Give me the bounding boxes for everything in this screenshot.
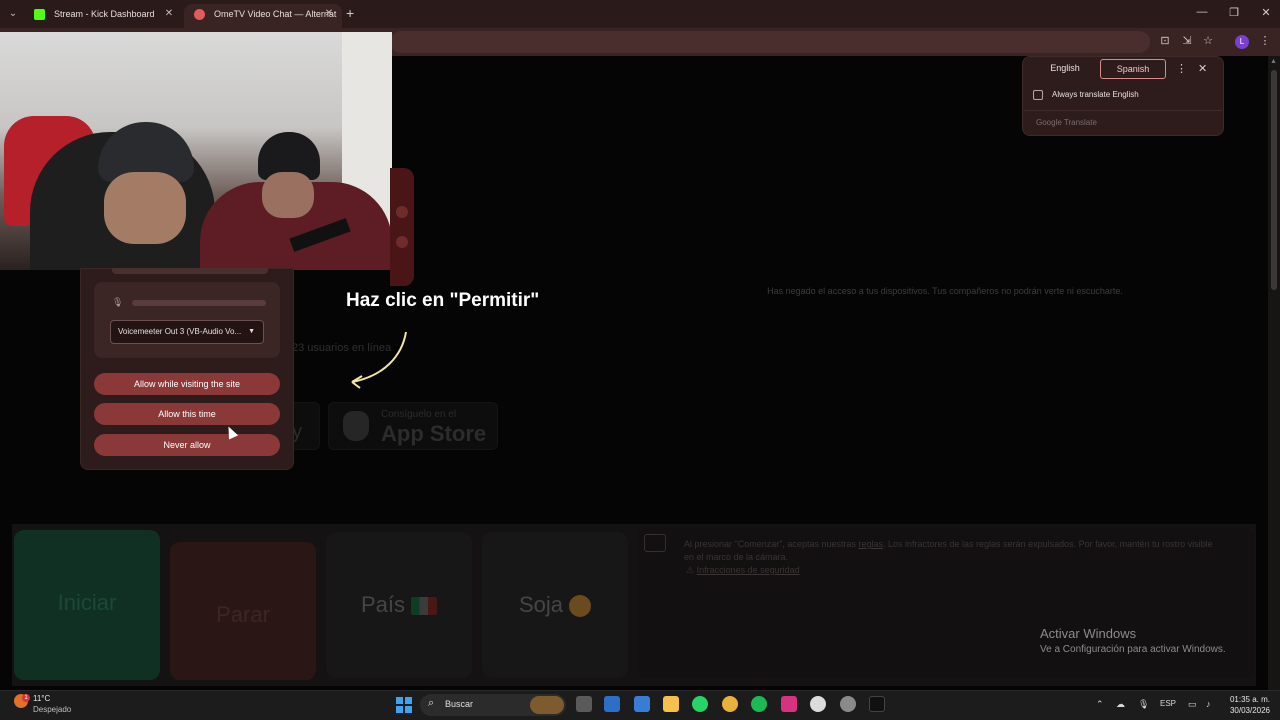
app-icon[interactable] bbox=[840, 696, 856, 712]
instagram-icon[interactable] bbox=[781, 696, 797, 712]
search-placeholder: Buscar bbox=[445, 699, 474, 709]
face-left bbox=[104, 172, 186, 244]
ometv-favicon bbox=[194, 9, 205, 20]
chatgpt-icon[interactable] bbox=[810, 696, 826, 712]
windows-activation-watermark: Activar Windows Ve a Configuración para … bbox=[1040, 626, 1226, 655]
store-icon[interactable] bbox=[604, 696, 620, 712]
lang-spanish-tab[interactable]: Spanish bbox=[1100, 59, 1166, 79]
volume-icon[interactable]: ♪ bbox=[1206, 699, 1211, 709]
kebab-menu-icon[interactable]: ⋮ bbox=[1176, 62, 1187, 75]
mexico-flag-icon bbox=[411, 597, 438, 616]
close-icon[interactable]: ✕ bbox=[162, 4, 176, 24]
side-dot bbox=[396, 206, 408, 218]
gender-label: Soja bbox=[518, 592, 564, 617]
notification-badge: 1 bbox=[22, 694, 30, 702]
wifi-icon[interactable]: ▭ bbox=[1188, 699, 1197, 710]
chevron-down-icon: ▼ bbox=[248, 328, 255, 335]
gender-button[interactable]: Soja bbox=[482, 532, 628, 678]
activation-subtitle: Ve a Configuración para activar Windows. bbox=[1040, 644, 1226, 655]
never-allow-button[interactable]: Never allow bbox=[94, 434, 280, 456]
search-icon: ⌕ bbox=[428, 697, 435, 709]
rules-link[interactable]: reglas bbox=[858, 539, 883, 549]
profile-avatar[interactable]: L bbox=[1235, 35, 1249, 49]
permission-hint: Haz clic en "Permitir" bbox=[346, 290, 540, 311]
divider bbox=[1024, 110, 1222, 111]
face-right bbox=[262, 172, 314, 218]
maximize-icon[interactable]: ❐ bbox=[1224, 6, 1244, 19]
minimize-icon[interactable]: — bbox=[1192, 6, 1212, 18]
close-icon[interactable]: ✕ bbox=[322, 4, 336, 24]
windows-start-icon[interactable] bbox=[396, 697, 412, 713]
scrollbar-thumb[interactable] bbox=[1271, 70, 1277, 290]
country-button[interactable]: País bbox=[326, 532, 472, 678]
start-button[interactable]: Iniciar bbox=[14, 530, 160, 680]
translate-brand: Google Translate bbox=[1036, 118, 1097, 127]
copilot-icon[interactable] bbox=[634, 696, 650, 712]
face-icon bbox=[569, 595, 592, 618]
allow-visit-button[interactable]: Allow while visiting the site bbox=[94, 373, 280, 395]
app-store-button[interactable]: Consíguelo en el App Store bbox=[328, 402, 498, 450]
tab-title: Stream - Kick Dashboard bbox=[54, 9, 155, 19]
star-icon[interactable]: ☆ bbox=[1201, 34, 1215, 48]
tiktok-icon[interactable] bbox=[869, 696, 885, 712]
security-link-label: Infracciones de seguridad bbox=[696, 565, 800, 575]
terms-prefix: Al presionar "Comenzar", aceptas nuestra… bbox=[684, 539, 859, 549]
time: 01:35 a. m. bbox=[1229, 695, 1270, 704]
tab-search-icon[interactable]: ⌄ bbox=[4, 5, 22, 23]
side-panel bbox=[390, 168, 414, 286]
lang-english-tab[interactable]: English bbox=[1034, 59, 1096, 79]
microphone-tray-icon[interactable]: 🎙 bbox=[1138, 699, 1149, 710]
always-translate-label: Always translate English bbox=[1052, 90, 1139, 99]
chat-icon bbox=[644, 534, 666, 552]
new-tab-icon[interactable]: + bbox=[346, 5, 354, 21]
whatsapp-icon[interactable] bbox=[692, 696, 708, 712]
stop-button[interactable]: Parar bbox=[170, 542, 316, 680]
activation-title: Activar Windows bbox=[1040, 626, 1137, 641]
chevron-up-icon[interactable]: ⌃ bbox=[1096, 699, 1104, 710]
tab-title: OmeTV Video Chat — Alternat bbox=[214, 9, 337, 19]
tab-kick-dashboard[interactable]: Stream - Kick Dashboard ✕ bbox=[24, 4, 182, 28]
app-store-small: Consíguelo en el bbox=[381, 409, 457, 420]
device-select[interactable]: Voicemeeter Out 3 (VB-Audio Vo... ▼ bbox=[110, 320, 264, 344]
side-dot bbox=[396, 236, 408, 248]
language-indicator[interactable]: ESP bbox=[1160, 699, 1176, 708]
search-highlight-image bbox=[530, 696, 564, 714]
hint-arrow bbox=[351, 331, 407, 389]
date: 30/03/2026 bbox=[1229, 706, 1270, 715]
denied-message: Has negado el acceso a tus dispositivos.… bbox=[767, 286, 1123, 296]
tab-ometv[interactable]: OmeTV Video Chat — Alternat ✕ bbox=[184, 4, 342, 28]
kick-favicon bbox=[34, 9, 45, 20]
kebab-menu-icon[interactable]: ⋮ bbox=[1258, 34, 1272, 48]
dialog-top-bar bbox=[112, 268, 268, 274]
network-tray-icon[interactable]: ☁ bbox=[1116, 699, 1125, 710]
address-bar[interactable] bbox=[390, 31, 1150, 53]
weather-condition[interactable]: Despejado bbox=[33, 705, 71, 714]
task-view-icon[interactable] bbox=[576, 696, 592, 712]
microphone-icon: 🎙 bbox=[112, 297, 124, 307]
temperature[interactable]: 11°C bbox=[33, 694, 50, 703]
terms-text: Al presionar "Comenzar", aceptas nuestra… bbox=[684, 538, 1214, 564]
scroll-up-icon[interactable]: ▲ bbox=[1270, 58, 1277, 65]
translate-icon[interactable]: ⊡ bbox=[1158, 34, 1172, 48]
chrome-icon[interactable] bbox=[722, 696, 738, 712]
webcam-overlay bbox=[0, 32, 392, 270]
window-close-icon[interactable]: ✕ bbox=[1256, 6, 1276, 19]
allow-once-button[interactable]: Allow this time bbox=[94, 403, 280, 425]
clock[interactable]: 01:35 a. m. 30/03/2026 bbox=[1222, 694, 1270, 716]
security-link[interactable]: ⚠ Infracciones de seguridad bbox=[686, 565, 800, 576]
device-select-value: Voicemeeter Out 3 (VB-Audio Vo... bbox=[118, 327, 242, 336]
spotify-icon[interactable] bbox=[751, 696, 767, 712]
install-icon[interactable]: ⇲ bbox=[1180, 34, 1194, 48]
always-translate-checkbox[interactable] bbox=[1033, 90, 1043, 100]
audio-level-meter bbox=[132, 300, 266, 306]
close-icon[interactable]: ✕ bbox=[1198, 62, 1207, 75]
file-explorer-icon[interactable] bbox=[663, 696, 679, 712]
apple-icon bbox=[343, 411, 369, 441]
country-label: País bbox=[360, 592, 406, 617]
app-store-big: App Store bbox=[381, 421, 487, 446]
